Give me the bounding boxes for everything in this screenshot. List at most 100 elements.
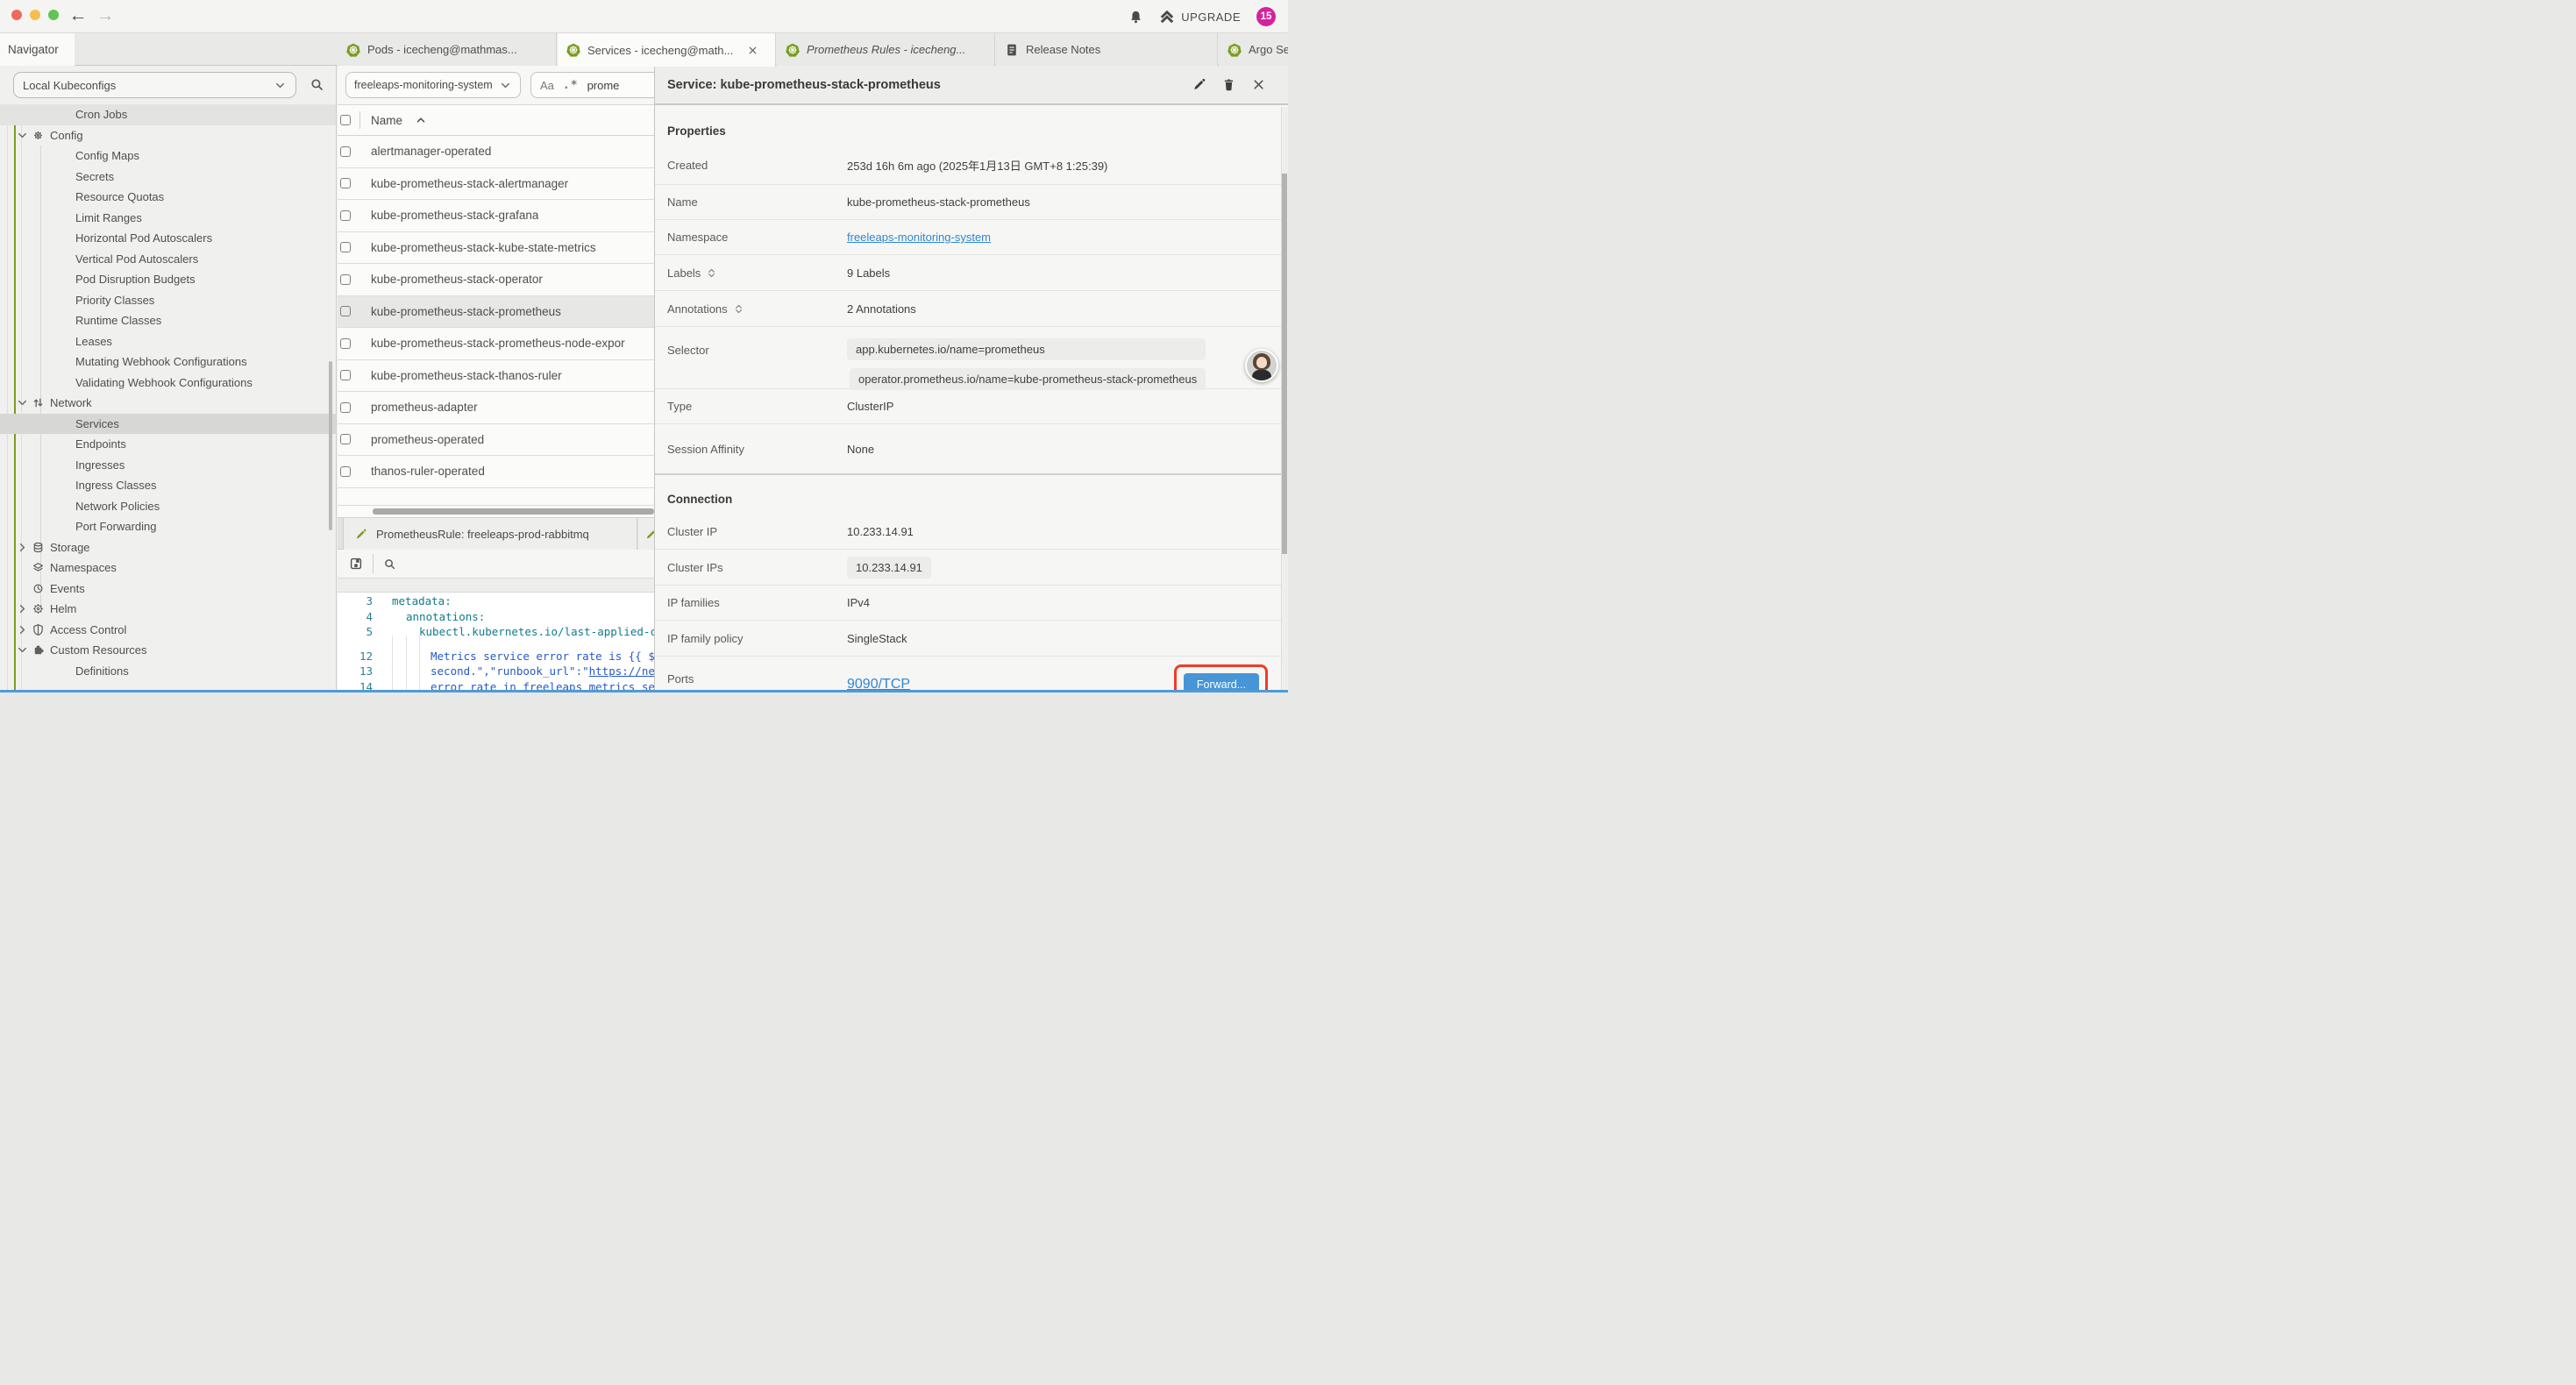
table-row[interactable]: kube-prometheus-stack-operator — [338, 264, 654, 296]
row-checkbox[interactable] — [340, 434, 351, 444]
table-row[interactable]: kube-prometheus-stack-prometheus — [338, 296, 654, 329]
sidebar-item[interactable]: Access Control — [0, 620, 337, 641]
sidebar-item[interactable]: Resource Quotas — [0, 187, 337, 208]
sidebar-item[interactable]: Validating Webhook Configurations — [0, 373, 337, 394]
sort-ascending-icon[interactable] — [415, 114, 427, 126]
table-row[interactable]: kube-prometheus-stack-alertmanager — [338, 168, 654, 201]
tab-release-notes[interactable]: Release Notes — [996, 33, 1218, 66]
sidebar-item[interactable]: Mutating Webhook Configurations — [0, 352, 337, 373]
editor-search-icon[interactable] — [383, 558, 396, 571]
tab-pods[interactable]: Pods - icecheng@mathmas... — [338, 33, 557, 66]
edit-pencil-icon[interactable] — [1192, 77, 1206, 92]
row-checkbox[interactable] — [340, 338, 351, 349]
sidebar-scrollbar[interactable] — [329, 361, 332, 530]
panel-divider[interactable] — [336, 66, 337, 692]
close-tab-icon[interactable] — [747, 45, 758, 56]
services-table: alertmanager-operated kube-prometheus-st… — [338, 136, 654, 488]
sidebar-item[interactable]: Events — [0, 579, 337, 600]
service-name: kube-prometheus-stack-kube-state-metrics — [371, 241, 596, 254]
horizontal-scrollbar[interactable] — [373, 508, 654, 515]
sidebar-item[interactable]: Storage — [0, 537, 337, 558]
row-checkbox[interactable] — [340, 274, 351, 285]
name-column-header[interactable]: Name — [371, 114, 402, 127]
sidebar-item[interactable]: Ingress Classes — [0, 475, 337, 496]
row-checkbox[interactable] — [340, 306, 351, 316]
sidebar-item[interactable]: Helm — [0, 599, 337, 620]
table-row[interactable]: prometheus-adapter — [338, 392, 654, 424]
table-row[interactable]: kube-prometheus-stack-kube-state-metrics — [338, 232, 654, 265]
forward-icon[interactable]: → — [93, 4, 117, 28]
tab-argo[interactable]: Argo Se — [1219, 33, 1288, 66]
expand-labels-icon[interactable] — [706, 267, 717, 279]
sidebar-item[interactable]: Port Forwarding — [0, 516, 337, 537]
sidebar-item[interactable]: Endpoints — [0, 434, 337, 455]
table-row[interactable]: kube-prometheus-stack-thanos-ruler — [338, 360, 654, 393]
tree-chevron-icon[interactable] — [16, 602, 29, 615]
sidebar-item[interactable]: Ingresses — [0, 455, 337, 476]
table-row[interactable]: prometheus-operated — [338, 424, 654, 457]
sidebar-item[interactable]: Config — [0, 125, 337, 146]
sidebar-item[interactable]: Custom Resources — [0, 640, 337, 661]
sidebar-item[interactable]: Network Policies — [0, 496, 337, 517]
kubeconfig-select[interactable]: Local Kubeconfigs — [13, 72, 296, 98]
yaml-editor[interactable]: 3 metadata: 4 annotations: 5 kubectl.kub… — [338, 593, 654, 692]
tree-chevron-icon[interactable] — [16, 643, 29, 657]
tree-chevron-icon[interactable] — [16, 623, 29, 636]
match-case-icon[interactable]: Aa — [540, 79, 554, 92]
row-checkbox[interactable] — [340, 146, 351, 157]
drawer-scrollbar-thumb[interactable] — [1282, 174, 1287, 554]
tree-chevron-icon[interactable] — [16, 396, 29, 409]
row-checkbox[interactable] — [340, 210, 351, 221]
maximize-window-button[interactable] — [48, 10, 59, 20]
sidebar-item[interactable]: Vertical Pod Autoscalers — [0, 249, 337, 270]
table-row[interactable]: thanos-ruler-operated — [338, 456, 654, 488]
drawer-scrollbar-track[interactable] — [1281, 107, 1288, 692]
table-row[interactable]: alertmanager-operated — [338, 136, 654, 168]
namespace-select[interactable]: freeleaps-monitoring-system — [345, 72, 521, 98]
sidebar-item[interactable]: Secrets — [0, 167, 337, 188]
close-drawer-icon[interactable] — [1251, 77, 1266, 92]
sidebar-item[interactable]: Definitions — [0, 661, 337, 682]
sidebar-item[interactable]: Runtime Classes — [0, 310, 337, 331]
sidebar-item[interactable]: Config Maps — [0, 146, 337, 167]
upgrade-button[interactable]: UPGRADE — [1159, 9, 1241, 25]
regex-icon[interactable]: .* — [563, 79, 579, 92]
sidebar-item[interactable]: Horizontal Pod Autoscalers — [0, 228, 337, 249]
namespace-link[interactable]: freeleaps-monitoring-system — [847, 231, 991, 244]
editor-tab-prometheusrule[interactable]: PrometheusRule: freeleaps-prod-rabbitmq — [343, 518, 637, 550]
sidebar-item[interactable]: Namespaces — [0, 558, 337, 579]
sidebar-item[interactable]: Cron Jobs — [0, 104, 337, 125]
sidebar-search-icon[interactable] — [310, 77, 324, 92]
list-search-input[interactable]: Aa .* prome — [530, 72, 654, 98]
notifications-bell-icon[interactable] — [1128, 10, 1143, 25]
expand-annotations-icon[interactable] — [733, 303, 744, 315]
sidebar-item[interactable]: Leases — [0, 331, 337, 352]
row-checkbox[interactable] — [340, 242, 351, 252]
tree-chevron-icon[interactable] — [16, 129, 29, 142]
sidebar-item[interactable]: Limit Ranges — [0, 208, 337, 229]
notification-count-badge[interactable]: 15 — [1256, 7, 1276, 26]
user-avatar[interactable] — [1245, 349, 1278, 382]
select-all-checkbox[interactable] — [340, 115, 351, 125]
sidebar-item[interactable]: Services — [0, 414, 337, 435]
row-checkbox[interactable] — [340, 466, 351, 477]
back-icon[interactable]: ← — [66, 4, 90, 28]
editor-tab-partial[interactable] — [638, 518, 654, 550]
sidebar-item[interactable]: Pod Disruption Budgets — [0, 269, 337, 290]
table-row[interactable]: kube-prometheus-stack-grafana — [338, 200, 654, 232]
table-row[interactable]: kube-prometheus-stack-prometheus-node-ex… — [338, 328, 654, 360]
row-checkbox[interactable] — [340, 178, 351, 188]
row-checkbox[interactable] — [340, 370, 351, 380]
sidebar-item[interactable]: Priority Classes — [0, 290, 337, 311]
resource-tree: Cron Jobs Config Config Maps — [0, 104, 337, 681]
minimize-window-button[interactable] — [30, 10, 40, 20]
sidebar-item[interactable]: Network — [0, 393, 337, 414]
delete-trash-icon[interactable] — [1221, 77, 1236, 92]
runbook-url-link[interactable]: https://net — [589, 664, 654, 678]
close-window-button[interactable] — [11, 10, 22, 20]
row-checkbox[interactable] — [340, 402, 351, 413]
tab-services[interactable]: Services - icecheng@math... — [558, 33, 776, 67]
tree-chevron-icon[interactable] — [16, 541, 29, 554]
tab-prometheus-rules[interactable]: Prometheus Rules - icecheng... — [777, 33, 995, 66]
save-icon[interactable] — [349, 557, 363, 571]
